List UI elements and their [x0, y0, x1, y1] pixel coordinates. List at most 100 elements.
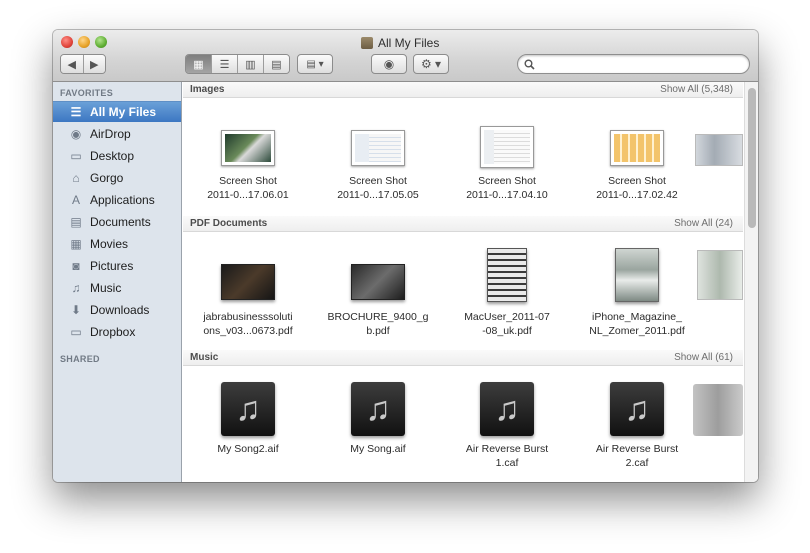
sidebar-item-airdrop[interactable]: ◉ AirDrop [53, 123, 181, 144]
show-all-music-link[interactable]: Show All (61) [674, 352, 733, 363]
back-button[interactable]: ◀ [61, 55, 84, 73]
zoom-button[interactable] [95, 36, 107, 48]
sidebar-item-label: All My Files [90, 105, 157, 119]
vertical-scrollbar[interactable] [744, 82, 758, 482]
screenshot-thumbnail [610, 130, 664, 166]
show-all-pdf-link[interactable]: Show All (24) [674, 218, 733, 229]
file-name-line2: b.pdf [366, 325, 390, 337]
pdf-thumbnail [487, 248, 527, 302]
file-name-line2: 2011-0...17.04.10 [466, 189, 548, 201]
back-forward-buttons: ◀ ▶ [60, 54, 106, 74]
file-item[interactable]: BROCHURE_9400_g b.pdf [318, 264, 438, 338]
title-bar: All My Files ◀ ▶ ▦ ☰ ▥ ▤ ▤ ▾ ◉ ⚙ ▾ [53, 30, 758, 82]
file-name-line1: Air Reverse Burst [595, 443, 679, 455]
show-all-images-link[interactable]: Show All (5,348) [660, 84, 733, 95]
audio-file-icon: ♫ [610, 382, 664, 436]
file-item[interactable]: Screen Shot 2011-0...17.06.01 [188, 130, 308, 202]
scrollbar-thumb[interactable] [748, 88, 756, 228]
sidebar-item-label: Music [90, 280, 122, 295]
list-view-button[interactable]: ☰ [212, 55, 238, 73]
file-name-line2: NL_Zomer_2011.pdf [589, 325, 685, 337]
sidebar-item-desktop[interactable]: ▭ Desktop [53, 145, 181, 166]
sidebar-item-documents[interactable]: ▤ Documents [53, 211, 181, 232]
minimize-button[interactable] [78, 36, 90, 48]
file-name-line2: ons_v03...0673.pdf [203, 325, 293, 337]
column-view-button[interactable]: ▥ [238, 55, 264, 73]
sidebar-item-dropbox[interactable]: ▭ Dropbox [53, 321, 181, 342]
pdf-thumbnail [615, 248, 659, 302]
action-button[interactable]: ⚙ ▾ [413, 54, 449, 74]
desktop-icon: ▭ [70, 148, 82, 163]
file-name-line1: jabrabusinesssoluti [203, 311, 293, 323]
file-name-line1: My Song.aif [350, 443, 406, 455]
finder-window: All My Files ◀ ▶ ▦ ☰ ▥ ▤ ▤ ▾ ◉ ⚙ ▾ FAVOR… [53, 30, 758, 482]
section-header-pdf: PDF Documents Show All (24) [183, 216, 743, 232]
file-item[interactable]: Screen Shot 2011-0...17.05.05 [318, 130, 438, 202]
sidebar-item-movies[interactable]: ▦ Movies [53, 233, 181, 254]
file-name-line2: 2011-0...17.02.42 [596, 189, 678, 201]
file-browser: Images Show All (5,348) Screen Shot 2011… [183, 82, 758, 482]
file-name-line1: My Song2.aif [217, 443, 279, 455]
more-items-stack [693, 384, 743, 436]
forward-button[interactable]: ▶ [83, 55, 105, 73]
file-name-line2: -08_uk.pdf [482, 325, 532, 337]
file-name-line1: iPhone_Magazine_ [592, 311, 682, 323]
sidebar-item-music[interactable]: ♫ Music [53, 277, 181, 298]
sidebar-item-label: Desktop [90, 148, 135, 163]
eye-icon: ◉ [383, 57, 395, 71]
more-items-stack [695, 134, 743, 166]
file-item[interactable]: ♫ Air Reverse Burst 1.caf [447, 382, 567, 470]
file-name-line1: MacUser_2011-07 [464, 311, 550, 323]
audio-file-icon: ♫ [480, 382, 534, 436]
file-name-line2: 1.caf [495, 457, 519, 469]
folder-icon [361, 37, 373, 49]
file-item[interactable]: ♫ My Song2.aif [188, 382, 308, 456]
screenshot-thumbnail [480, 126, 534, 168]
sidebar-item-label: Movies [90, 236, 129, 251]
coverflow-view-button[interactable]: ▤ [264, 55, 289, 73]
sidebar-item-pictures[interactable]: ◙ Pictures [53, 255, 181, 276]
audio-file-icon: ♫ [221, 382, 275, 436]
file-item[interactable]: MacUser_2011-07 -08_uk.pdf [447, 248, 567, 338]
file-item[interactable]: ♫ My Song.aif [318, 382, 438, 456]
search-input[interactable] [539, 58, 739, 70]
sidebar-item-label: Downloads [90, 302, 150, 317]
sidebar: FAVORITES ☰ All My Files ◉ AirDrop ▭ Des… [53, 82, 182, 482]
section-title: Music [190, 352, 219, 363]
quick-look-button[interactable]: ◉ [371, 54, 407, 74]
audio-file-icon: ♫ [351, 382, 405, 436]
sidebar-item-applications[interactable]: A Applications [53, 189, 181, 210]
sidebar-item-label: Applications [90, 192, 155, 207]
file-name-line1: Air Reverse Burst [465, 443, 549, 455]
file-item[interactable]: jabrabusinesssoluti ons_v03...0673.pdf [188, 264, 308, 338]
file-name-line1: Screen Shot [608, 175, 666, 187]
movies-icon: ▦ [70, 236, 82, 251]
window-title: All My Files [361, 35, 439, 51]
coverflow-icon: ▤ [271, 58, 282, 71]
dropbox-icon: ▭ [70, 324, 82, 339]
pictures-icon: ◙ [72, 258, 80, 273]
file-item[interactable]: ♫ Air Reverse Burst 2.caf [577, 382, 697, 470]
sidebar-item-label: AirDrop [90, 126, 131, 141]
sidebar-item-gorgo[interactable]: ⌂ Gorgo [53, 167, 181, 188]
close-button[interactable] [61, 36, 73, 48]
file-item[interactable]: iPhone_Magazine_ NL_Zomer_2011.pdf [577, 248, 697, 338]
file-name-line2: 2.caf [625, 457, 649, 469]
screenshot-thumbnail [221, 130, 275, 166]
grid-icon: ▦ [193, 58, 204, 71]
favorites-header: FAVORITES [60, 88, 114, 98]
file-item[interactable]: Screen Shot 2011-0...17.04.10 [447, 126, 567, 202]
sidebar-item-label: Gorgo [90, 170, 124, 185]
icon-view-button[interactable]: ▦ [186, 55, 212, 73]
file-item[interactable]: Screen Shot 2011-0...17.02.42 [577, 130, 697, 202]
file-name-line1: Screen Shot [219, 175, 277, 187]
section-title: PDF Documents [190, 218, 268, 229]
file-name-line1: Screen Shot [478, 175, 536, 187]
section-title: Images [190, 84, 225, 95]
arrange-button[interactable]: ▤ ▾ [297, 54, 333, 74]
sidebar-item-all-my-files[interactable]: ☰ All My Files [53, 101, 181, 122]
airdrop-icon: ◉ [70, 126, 82, 141]
sidebar-item-downloads[interactable]: ⬇ Downloads [53, 299, 181, 320]
pdf-thumbnail [351, 264, 405, 300]
search-field[interactable] [517, 54, 750, 74]
